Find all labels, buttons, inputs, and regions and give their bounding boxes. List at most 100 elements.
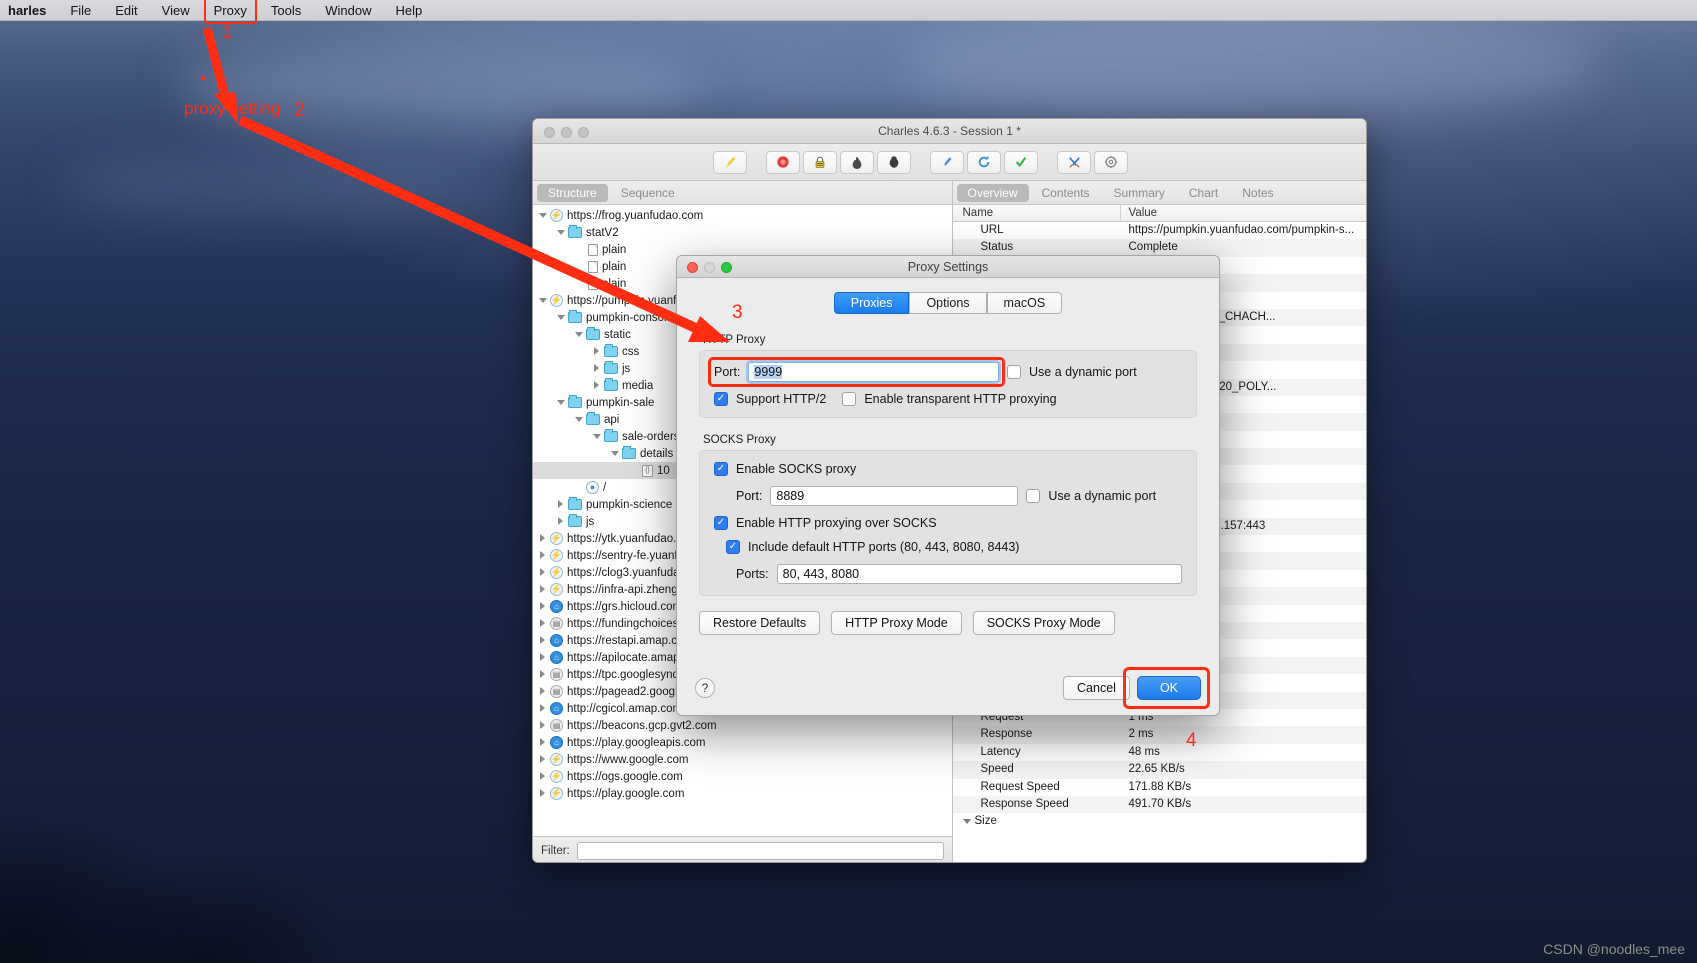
disclosure-closed-icon[interactable] <box>557 517 566 526</box>
detail-row[interactable]: Latency 48 ms <box>953 744 1367 761</box>
disclosure-open-icon[interactable] <box>557 398 566 407</box>
disclosure-closed-icon[interactable] <box>539 772 548 781</box>
disclosure-open-icon[interactable] <box>575 415 584 424</box>
broom-icon[interactable] <box>713 150 747 174</box>
compose-icon[interactable] <box>930 150 964 174</box>
tab-proxies[interactable]: Proxies <box>833 292 910 314</box>
disclosure-open-icon[interactable] <box>557 313 566 322</box>
disclosure-closed-icon[interactable] <box>593 364 602 373</box>
help-button[interactable]: ? <box>695 678 715 698</box>
include-default-ports-checkbox[interactable] <box>726 540 740 554</box>
settings-gear-icon[interactable] <box>1094 150 1128 174</box>
disclosure-closed-icon[interactable] <box>539 653 548 662</box>
disclosure-open-icon[interactable] <box>575 330 584 339</box>
tree-row[interactable]: ▤ https://beacons.gcp.gvt2.com <box>533 717 952 734</box>
http-port-input[interactable]: 9999 <box>748 362 999 382</box>
menu-item-proxy[interactable]: Proxy <box>202 0 259 24</box>
disclosure-closed-icon[interactable] <box>593 381 602 390</box>
disclosure-open-icon[interactable] <box>611 449 620 458</box>
disclosure-closed-icon[interactable] <box>593 347 602 356</box>
disclosure-closed-icon[interactable] <box>539 568 548 577</box>
include-default-ports-label: Include default HTTP ports (80, 443, 808… <box>748 540 1020 554</box>
tree-row[interactable]: statV2 <box>533 224 952 241</box>
disclosure-closed-icon[interactable] <box>539 551 548 560</box>
filter-input[interactable] <box>576 841 944 860</box>
record-icon[interactable] <box>766 150 800 174</box>
disclosure-open-icon[interactable] <box>539 211 548 220</box>
tools-icon[interactable] <box>1057 150 1091 174</box>
tab-macos[interactable]: macOS <box>986 292 1063 314</box>
menu-item-file[interactable]: File <box>58 0 103 21</box>
detail-row[interactable]: Size <box>953 813 1367 830</box>
validate-icon[interactable] <box>1004 150 1038 174</box>
dialog-footer: ? Cancel OK <box>677 659 1219 715</box>
socks-ports-input[interactable]: 80, 443, 8080 <box>776 564 1182 584</box>
disclosure-closed-icon[interactable] <box>539 755 548 764</box>
tab-structure[interactable]: Structure <box>537 183 608 202</box>
socks-dynamic-port-checkbox[interactable] <box>1026 489 1041 503</box>
breakpoint-icon[interactable] <box>877 150 911 174</box>
tree-row-label: statV2 <box>586 226 619 239</box>
tree-row-label: js <box>622 362 631 375</box>
disclosure-closed-icon[interactable] <box>539 585 548 594</box>
detail-row[interactable]: URL https://pumpkin.yuanfudao.com/pumpkin… <box>953 222 1367 239</box>
http-over-socks-checkbox[interactable] <box>714 516 728 530</box>
tab-options[interactable]: Options <box>909 292 987 314</box>
tree-row[interactable]: ⚡ https://ogs.google.com <box>533 768 952 785</box>
disclosure-closed-icon[interactable] <box>539 534 548 543</box>
support-http2-checkbox[interactable] <box>714 392 728 406</box>
disclosure-open-icon[interactable] <box>557 228 566 237</box>
transparent-proxy-checkbox[interactable] <box>842 392 857 406</box>
disclosure-closed-icon[interactable] <box>539 789 548 798</box>
tree-row[interactable]: ⚡ https://frog.yuanfudao.com <box>533 207 952 224</box>
tab-overview[interactable]: Overview <box>956 183 1029 202</box>
tab-chart[interactable]: Chart <box>1178 184 1229 202</box>
detail-row[interactable]: Response Speed 491.70 KB/s <box>952 795 1366 814</box>
detail-row-name: Response <box>980 728 1033 741</box>
tree-row[interactable]: ⚡ https://www.google.com <box>533 751 952 768</box>
throttle-icon[interactable] <box>840 150 874 174</box>
disclosure-closed-icon[interactable] <box>539 636 548 645</box>
tab-sequence[interactable]: Sequence <box>610 184 686 202</box>
ssl-lock-icon[interactable] <box>803 150 837 174</box>
socks-proxy-mode-button[interactable]: SOCKS Proxy Mode <box>972 611 1115 635</box>
tab-notes[interactable]: Notes <box>1231 184 1284 202</box>
disclosure-closed-icon[interactable] <box>539 721 548 730</box>
repeat-icon[interactable] <box>967 150 1001 174</box>
tree-row[interactable]: ⌂ https://play.googleapis.com <box>533 734 952 751</box>
disclosure-closed-icon[interactable] <box>539 602 548 611</box>
disclosure-closed-icon[interactable] <box>539 670 548 679</box>
menu-item-tools[interactable]: Tools <box>259 0 313 21</box>
menu-item-charles[interactable]: harles <box>0 0 58 21</box>
menu-item-edit[interactable]: Edit <box>103 0 149 21</box>
ok-button[interactable]: OK <box>1136 676 1201 700</box>
disclosure-closed-icon[interactable] <box>557 500 566 509</box>
cloud-band <box>60 150 480 220</box>
cancel-button[interactable]: Cancel <box>1063 676 1130 700</box>
disclosure-closed-icon[interactable] <box>539 619 548 628</box>
disclosure-open-icon[interactable] <box>539 296 548 305</box>
disclosure-closed-icon[interactable] <box>539 687 548 696</box>
detail-row[interactable]: Request Speed 171.88 KB/s <box>953 779 1367 796</box>
disclosure-open-icon[interactable] <box>593 432 602 441</box>
disclosure-closed-icon[interactable] <box>539 704 548 713</box>
dialog-title: Proxy Settings <box>907 260 989 274</box>
group-disclosure-icon[interactable] <box>962 819 971 825</box>
socks-port-input[interactable]: 8889 <box>770 486 1019 506</box>
http-proxy-mode-button[interactable]: HTTP Proxy Mode <box>831 611 962 635</box>
folder-icon <box>604 361 618 374</box>
tab-summary[interactable]: Summary <box>1103 184 1176 202</box>
menu-item-view[interactable]: View <box>150 0 202 21</box>
watermark: CSDN @noodles_mee <box>1543 941 1685 957</box>
bolt-icon: ⚡ <box>550 532 563 545</box>
menu-item-help[interactable]: Help <box>383 0 434 21</box>
detail-row[interactable]: Response 2 ms <box>952 726 1366 744</box>
http-dynamic-port-checkbox[interactable] <box>1007 365 1021 379</box>
tree-row[interactable]: ⚡ https://play.google.com <box>533 785 952 802</box>
detail-row[interactable]: Speed 22.65 KB/s <box>952 761 1366 779</box>
restore-defaults-button[interactable]: Restore Defaults <box>699 611 821 635</box>
tab-contents[interactable]: Contents <box>1031 184 1101 202</box>
enable-socks-checkbox[interactable] <box>714 462 728 476</box>
menu-item-window[interactable]: Window <box>313 0 383 21</box>
disclosure-closed-icon[interactable] <box>539 738 548 747</box>
